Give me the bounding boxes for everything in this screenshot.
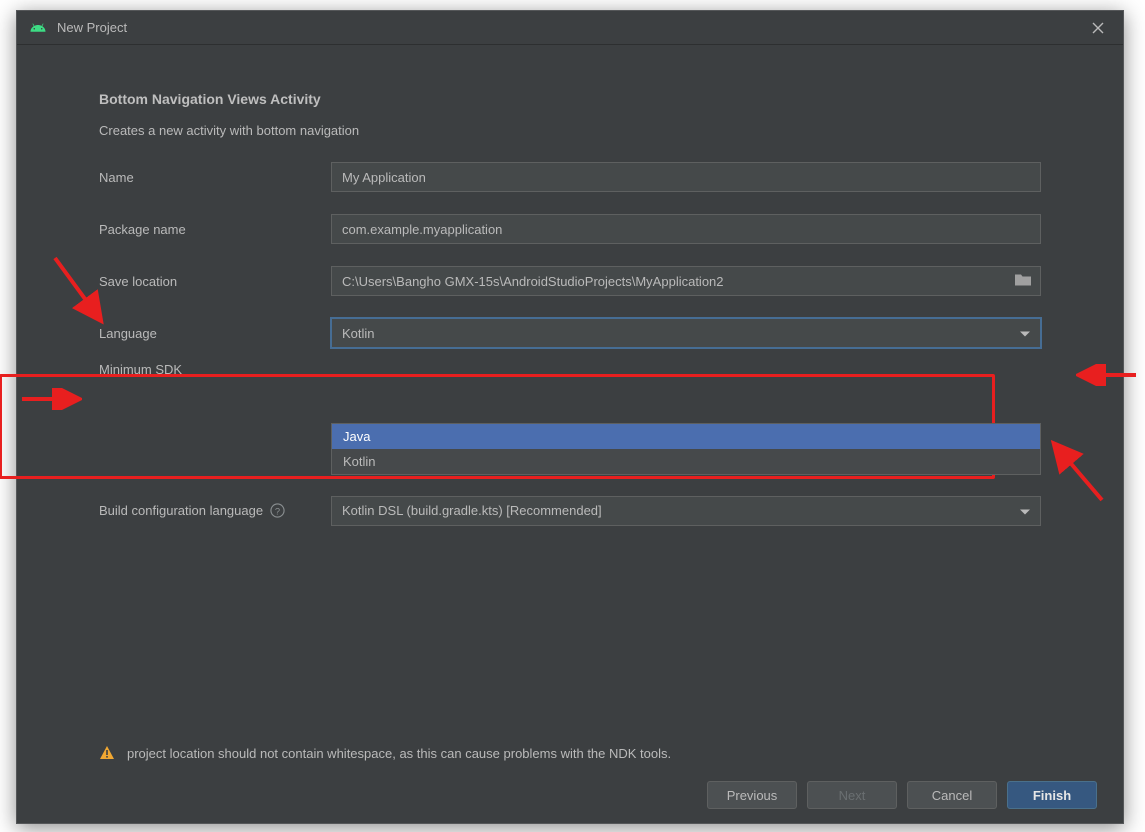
save-location-value: C:\Users\Bangho GMX-15s\AndroidStudioPro… [342,274,724,289]
save-location-label: Save location [99,274,331,289]
dialog-body: Bottom Navigation Views Activity Creates… [17,45,1123,823]
package-name-value: com.example.myapplication [342,222,502,237]
cancel-button[interactable]: Cancel [907,781,997,809]
window-title: New Project [57,20,127,35]
warning-row: project location should not contain whit… [99,745,1041,761]
dropdown-item-java[interactable]: Java [332,424,1040,449]
name-label: Name [99,170,331,185]
language-value: Kotlin [342,326,375,341]
build-config-value: Kotlin DSL (build.gradle.kts) [Recommend… [342,503,602,518]
previous-button[interactable]: Previous [707,781,797,809]
next-button: Next [807,781,897,809]
minimum-sdk-label: Minimum SDK [99,362,331,377]
language-dropdown: Java Kotlin [331,423,1041,475]
name-input-value: My Application [342,170,426,185]
question-icon[interactable]: ? [269,503,285,519]
warning-text: project location should not contain whit… [127,746,671,761]
page-description: Creates a new activity with bottom navig… [99,123,1041,138]
button-bar: Previous Next Cancel Finish [17,773,1123,823]
chevron-down-icon [1020,503,1030,518]
build-config-label: Build configuration language ? [99,503,331,519]
warning-icon [99,745,115,761]
build-config-label-text: Build configuration language [99,503,263,518]
build-config-select[interactable]: Kotlin DSL (build.gradle.kts) [Recommend… [331,496,1041,526]
svg-text:?: ? [274,506,279,516]
chevron-down-icon [1020,326,1030,341]
android-icon [29,19,47,37]
save-location-input[interactable]: C:\Users\Bangho GMX-15s\AndroidStudioPro… [331,266,1041,296]
new-project-window: New Project Bottom Navigation Views Acti… [16,10,1124,824]
language-select[interactable]: Kotlin [331,318,1041,348]
folder-icon[interactable] [1014,273,1032,290]
package-name-label: Package name [99,222,331,237]
dropdown-item-kotlin[interactable]: Kotlin [332,449,1040,474]
name-input[interactable]: My Application [331,162,1041,192]
language-label: Language [99,326,331,341]
close-button[interactable] [1085,15,1111,41]
package-name-input[interactable]: com.example.myapplication [331,214,1041,244]
titlebar[interactable]: New Project [17,11,1123,45]
page-heading: Bottom Navigation Views Activity [99,91,1041,107]
finish-button[interactable]: Finish [1007,781,1097,809]
